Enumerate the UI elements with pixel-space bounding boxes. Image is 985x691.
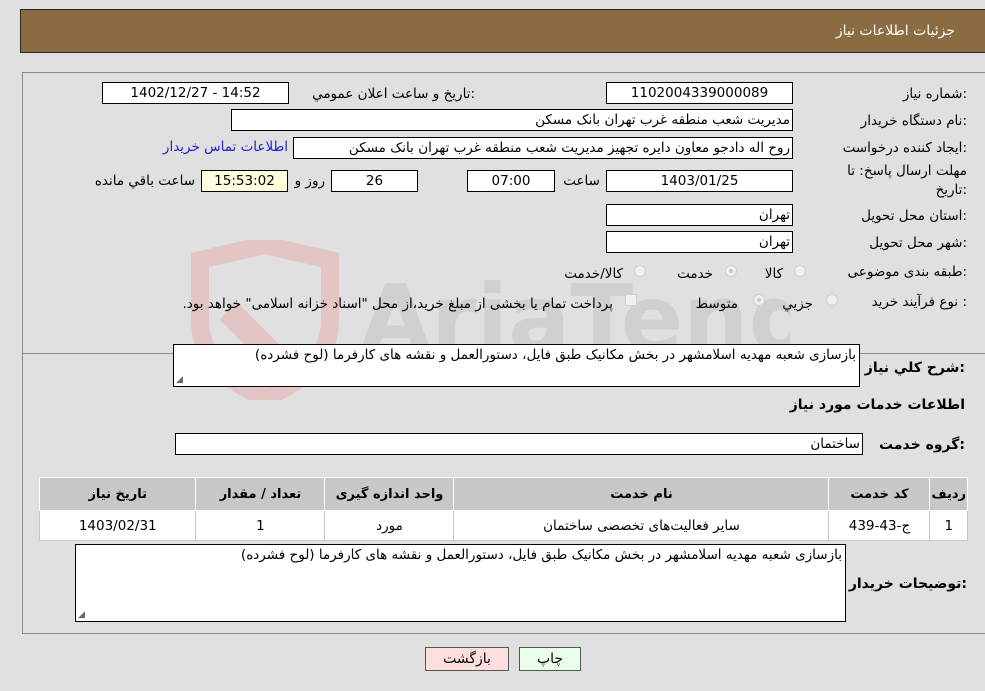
category-radio-goods-service[interactable] [634, 265, 646, 277]
need-number-label: شماره نیاز: [902, 86, 967, 102]
table-row: 1 ج-43-439 سایر فعالیت‌های تخصصی ساختمان… [38, 510, 968, 541]
service-group-label: گروه خدمت: [879, 437, 965, 453]
process-radio-minor[interactable] [826, 294, 838, 306]
col-service-name: نام خدمت [453, 477, 830, 511]
description-label: شرح کلي نياز: [864, 360, 965, 376]
category-option-service: خدمت [677, 266, 713, 282]
cell-row-number: 1 [929, 510, 968, 541]
cell-need-date: 1403/02/31 [38, 510, 197, 541]
buyer-notes-textarea[interactable]: بازسازی شعبه مهدیه اسلامشهر در بخش مکانی… [75, 544, 846, 622]
col-service-code: کد خدمت [828, 477, 931, 511]
back-button[interactable]: بازگشت [425, 647, 509, 671]
service-group-field: ساختمان [175, 433, 863, 455]
cell-unit: مورد [324, 510, 455, 541]
category-label: طبقه بندی موضوعی: [847, 264, 967, 280]
treasury-note: پرداخت تمام یا بخشی از مبلغ خرید،از محل … [182, 296, 613, 312]
buyer-org-field: مديريت شعب منطقه غرب تهران بانک مسکن [231, 109, 793, 131]
category-radio-goods[interactable] [794, 265, 806, 277]
province-field: تهران [606, 204, 793, 226]
cell-quantity: 1 [195, 510, 326, 541]
col-unit: واحد اندازه گيری [324, 477, 455, 511]
col-need-date: تاريخ نياز [38, 477, 197, 511]
cell-service-name: سایر فعالیت‌های تخصصی ساختمان [453, 510, 830, 541]
page-title: جزئیات اطلاعات نیاز [835, 23, 955, 39]
remaining-time-label: ساعت باقي مانده [94, 173, 195, 189]
cell-service-code: ج-43-439 [828, 510, 931, 541]
category-option-goods: کالا [764, 266, 783, 282]
buyer-notes-text: بازسازی شعبه مهدیه اسلامشهر در بخش مکانی… [240, 547, 842, 563]
remaining-time-field: 15:53:02 [201, 170, 288, 192]
buyer-org-label: نام دستگاه خريدار: [860, 113, 967, 129]
treasury-checkbox[interactable] [625, 294, 637, 306]
days-remaining-field: 26 [331, 170, 418, 192]
description-text: بازسازی شعبه مهدیه اسلامشهر در بخش مکانی… [254, 347, 856, 363]
deadline-time-field: 07:00 [467, 170, 555, 192]
print-button[interactable]: چاپ [519, 647, 581, 671]
creator-field: روح اله دادجو معاون دايره تجهيز مديريت ش… [293, 137, 793, 159]
col-row-number: رديف [929, 477, 968, 511]
announce-date-field: 1402/12/27 - 14:52 [102, 82, 289, 104]
need-number-field: 1102004339000089 [606, 82, 793, 104]
deadline-label-2: تاریخ: [935, 182, 967, 198]
description-textarea[interactable]: بازسازی شعبه مهدیه اسلامشهر در بخش مکانی… [173, 344, 860, 387]
announce-date-label: تاریخ و ساعت اعلان عمومي: [312, 86, 475, 102]
deadline-time-label: ساعت [563, 173, 600, 189]
creator-label: ايجاد کننده درخواست: [842, 140, 967, 156]
services-section-title: اطلاعات خدمات مورد نياز [789, 397, 965, 413]
page-header: جزئیات اطلاعات نیاز [20, 9, 985, 53]
purchase-process-label: نوع فرآيند خريد : [871, 294, 967, 310]
buyer-notes-label: توضيحات خريدار: [848, 576, 967, 592]
col-quantity: تعداد / مقدار [195, 477, 326, 511]
buyer-contact-link[interactable]: اطلاعات تماس خريدار [163, 139, 288, 155]
category-radio-service[interactable] [725, 265, 737, 277]
services-table: رديف کد خدمت نام خدمت واحد اندازه گيری ت… [38, 477, 968, 541]
days-label: روز و [294, 173, 325, 189]
deadline-date-field: 1403/01/25 [606, 170, 793, 192]
resize-grip-icon[interactable]: ◢ [176, 375, 183, 385]
resize-grip-icon[interactable]: ◢ [78, 610, 85, 620]
city-field: تهران [606, 231, 793, 253]
table-header-row: رديف کد خدمت نام خدمت واحد اندازه گيری ت… [38, 477, 968, 511]
category-option-goods-service: کالا/خدمت [564, 266, 623, 282]
province-label: استان محل تحویل: [861, 208, 967, 224]
deadline-label: مهلت ارسال پاسخ: تا [847, 163, 967, 179]
process-radio-medium[interactable] [753, 294, 765, 306]
process-option-minor: جزيي [782, 296, 813, 312]
city-label: شهر محل تحویل: [869, 235, 967, 251]
process-option-medium: متوسط [695, 296, 738, 312]
